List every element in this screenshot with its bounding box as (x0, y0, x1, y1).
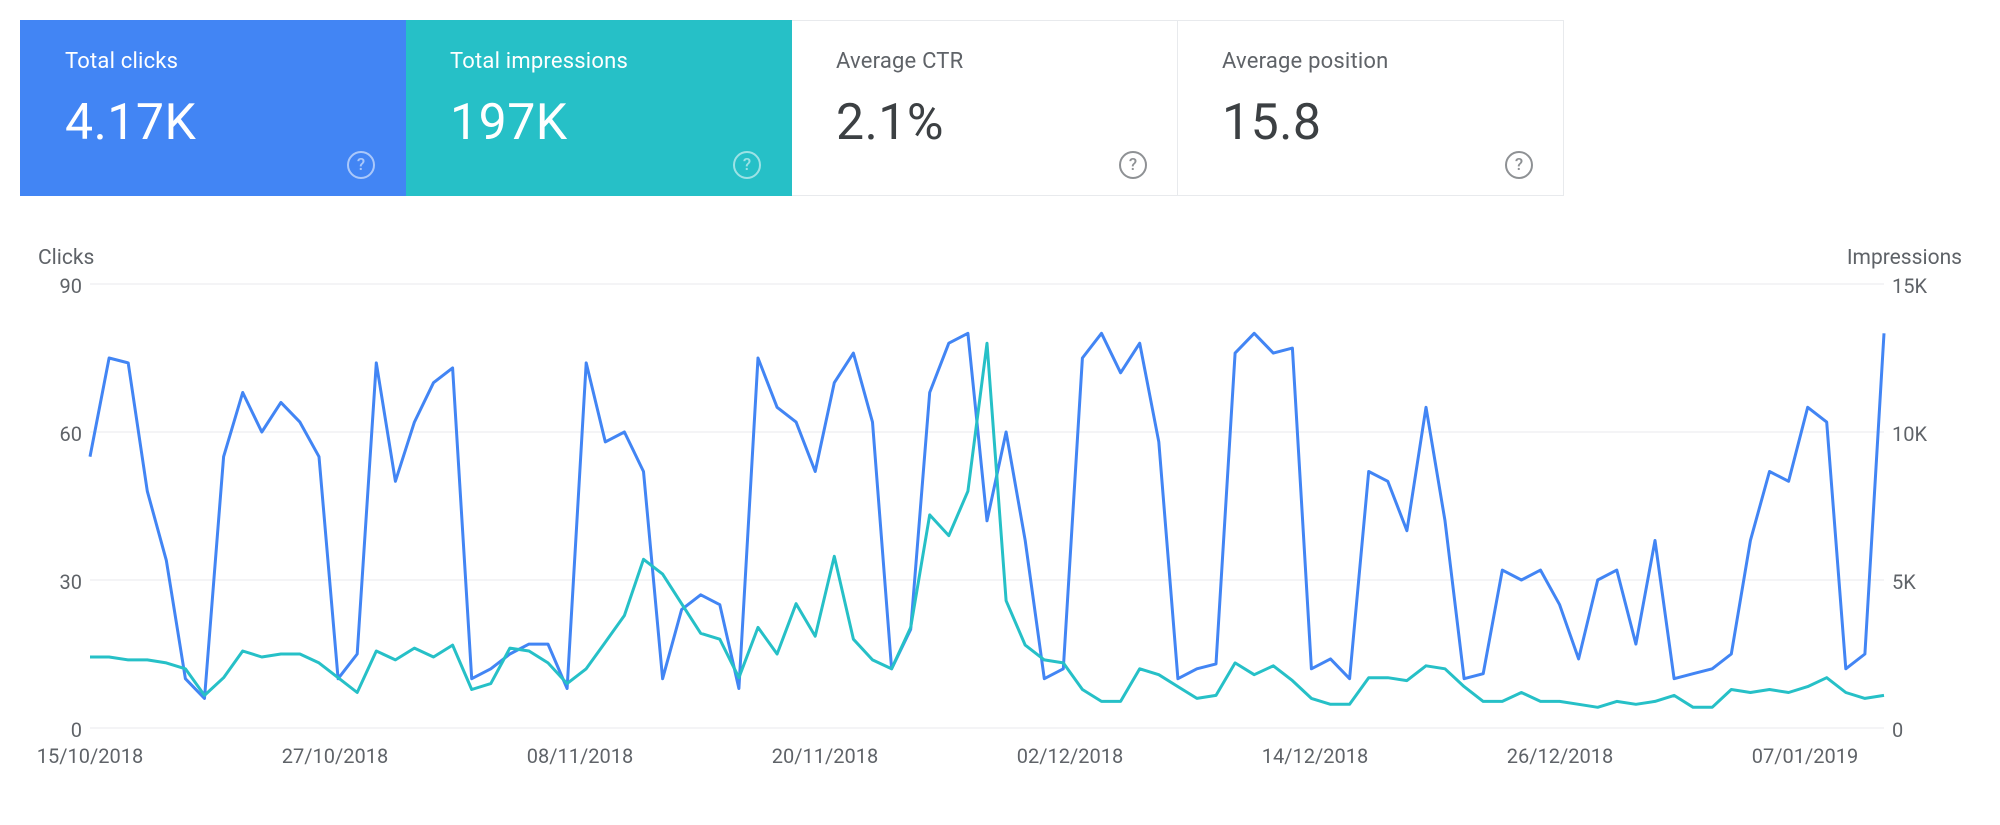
xtick: 15/10/2018 (37, 744, 143, 768)
help-icon[interactable]: ? (1505, 151, 1533, 179)
card-average-position[interactable]: Average position 15.8 ? (1178, 20, 1564, 196)
card-label: Average CTR (836, 49, 1143, 74)
clicks-series-line (90, 333, 1884, 698)
xtick: 14/12/2018 (1262, 744, 1368, 768)
card-total-impressions[interactable]: Total impressions 197K ? (406, 20, 792, 196)
ytick-left: 90 (46, 274, 82, 298)
card-label: Average position (1222, 49, 1529, 74)
ytick-left: 30 (46, 570, 82, 594)
y-axis-left-title: Clicks (38, 246, 94, 270)
card-total-clicks[interactable]: Total clicks 4.17K ? (20, 20, 406, 196)
card-average-ctr[interactable]: Average CTR 2.1% ? (792, 20, 1178, 196)
plot-area[interactable] (90, 284, 1884, 728)
ytick-right: 5K (1892, 570, 1944, 594)
y-axis-right-title: Impressions (1847, 246, 1962, 270)
xtick: 20/11/2018 (772, 744, 878, 768)
card-label: Total impressions (450, 49, 757, 74)
impressions-series-line (90, 343, 1884, 707)
xtick: 27/10/2018 (282, 744, 388, 768)
xtick: 26/12/2018 (1507, 744, 1613, 768)
ytick-left: 0 (46, 718, 82, 742)
ytick-right: 10K (1892, 422, 1944, 446)
help-icon[interactable]: ? (733, 151, 761, 179)
help-icon[interactable]: ? (347, 151, 375, 179)
metric-cards: Total clicks 4.17K ? Total impressions 1… (20, 20, 1980, 196)
performance-chart: Clicks Impressions 90 60 30 0 15K 10K 5K… (20, 246, 1980, 776)
card-value: 4.17K (65, 94, 371, 152)
ytick-right: 15K (1892, 274, 1944, 298)
help-icon[interactable]: ? (1119, 151, 1147, 179)
ytick-left: 60 (46, 422, 82, 446)
card-label: Total clicks (65, 49, 371, 74)
card-value: 197K (450, 94, 757, 152)
card-value: 2.1% (836, 94, 1143, 152)
xtick: 08/11/2018 (527, 744, 633, 768)
ytick-right: 0 (1892, 718, 1944, 742)
xtick: 02/12/2018 (1017, 744, 1123, 768)
chart-svg (90, 284, 1884, 728)
card-value: 15.8 (1222, 94, 1529, 152)
xtick: 07/01/2019 (1752, 744, 1858, 768)
